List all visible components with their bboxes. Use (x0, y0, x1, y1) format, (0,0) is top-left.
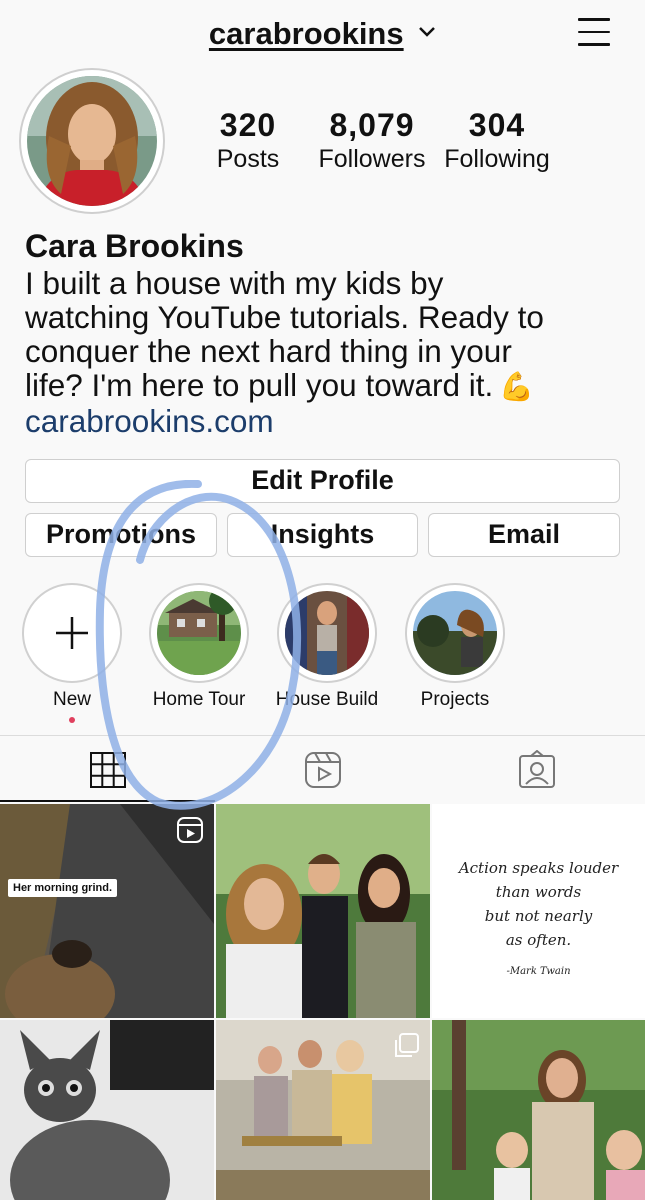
username[interactable]: carabrookins (209, 16, 404, 52)
highlight-home-tour[interactable]: Home Tour (144, 583, 254, 711)
quote-line: Action speaks louder (458, 859, 619, 877)
followers-count[interactable]: 8,079 Followers (312, 106, 432, 174)
posts-count: 320 Posts (198, 106, 298, 174)
highlight-label: Home Tour (152, 689, 246, 710)
bio-line: watching YouTube tutorials. Ready to (25, 299, 544, 335)
followers-label: Followers (318, 145, 426, 173)
post-thumbnail[interactable]: Her morning grind. (0, 804, 214, 1018)
email-button[interactable]: Email (428, 513, 620, 557)
account-switcher[interactable]: carabrookins (0, 16, 645, 52)
post-thumbnail[interactable] (216, 804, 430, 1018)
post-thumbnail[interactable]: Action speaks louder than words but not … (432, 804, 645, 1018)
new-highlight-circle[interactable] (22, 583, 122, 683)
tagged-icon[interactable] (517, 750, 557, 790)
menu-icon[interactable] (578, 18, 612, 50)
reels-icon[interactable] (303, 750, 343, 790)
display-name: Cara Brookins (25, 228, 244, 264)
chevron-down-icon[interactable] (418, 26, 436, 38)
quote-text: Action speaks louder than words but not … (432, 856, 645, 984)
top-bar: carabrookins (0, 0, 645, 66)
edit-profile-button[interactable]: Edit Profile (25, 459, 620, 503)
flexed-bicep-emoji: 💪 (499, 371, 535, 402)
posts-label: Posts (216, 145, 280, 173)
highlight-cover (413, 591, 497, 675)
quote-line: but not nearly (484, 907, 593, 925)
following-number: 304 (468, 107, 526, 143)
post-thumbnail[interactable] (216, 1020, 430, 1200)
carousel-icon (395, 1033, 419, 1057)
bio-line: conquer the next hard thing in your (25, 333, 512, 369)
bio-line: life? I'm here to pull you toward it. 💪 (25, 368, 625, 404)
reels-badge-icon (177, 817, 203, 843)
following-count[interactable]: 304 Following (438, 106, 556, 174)
active-tab-indicator (0, 800, 215, 802)
bio-line-text: life? I'm here to pull you toward it. (25, 367, 494, 403)
highlight-new[interactable]: New (17, 583, 127, 723)
bio-line: I built a house with my kids by (25, 265, 444, 301)
highlight-projects[interactable]: Projects (400, 583, 510, 711)
insights-button[interactable]: Insights (227, 513, 418, 557)
highlight-label: New (52, 689, 91, 710)
quote-line: than words (495, 883, 582, 901)
posts-number: 320 (219, 107, 277, 143)
website-link[interactable]: carabrookins.com (25, 404, 625, 438)
post-thumbnail[interactable] (0, 1020, 214, 1200)
post-thumbnail[interactable] (432, 1020, 645, 1200)
highlight-house-build[interactable]: House Build (272, 583, 382, 711)
highlight-label: House Build (275, 689, 379, 710)
promotions-button[interactable]: Promotions (25, 513, 217, 557)
following-label: Following (444, 145, 550, 173)
followers-number: 8,079 (329, 107, 415, 143)
plus-icon (56, 617, 88, 649)
highlight-cover (157, 591, 241, 675)
bio: Cara Brookins I built a house with my ki… (25, 226, 625, 438)
highlight-cover (285, 591, 369, 675)
highlight-label: Projects (420, 689, 490, 710)
quote-author: -Mark Twain (506, 966, 571, 977)
avatar[interactable] (19, 68, 165, 214)
profile-tabs (0, 735, 645, 803)
grid-icon[interactable] (88, 750, 128, 790)
profile-photo (27, 76, 157, 206)
quote-line: as often. (505, 931, 572, 949)
new-indicator-dot (69, 717, 75, 723)
post-caption-sticker: Her morning grind. (8, 879, 117, 897)
